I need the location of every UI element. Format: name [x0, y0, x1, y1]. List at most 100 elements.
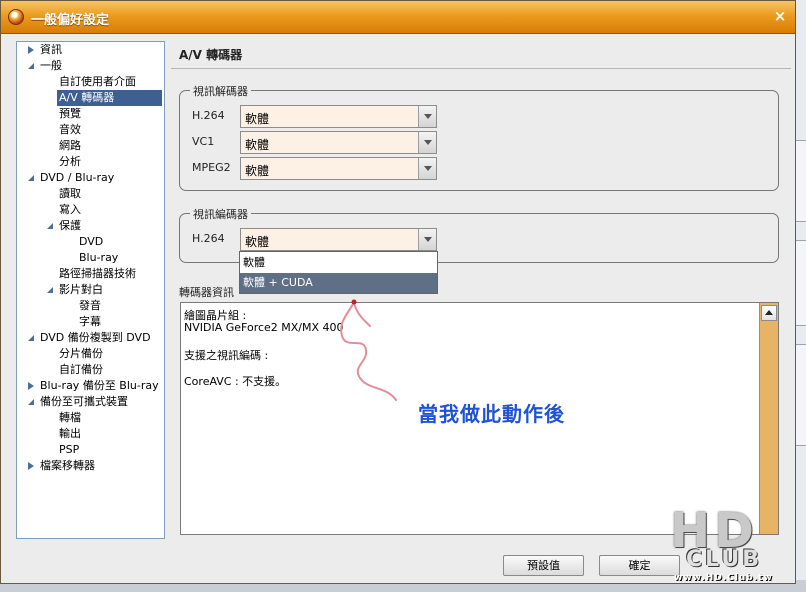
tree-item[interactable]: Blu-ray 備份至 Blu-ray [28, 378, 159, 394]
tree-expander-icon[interactable] [28, 175, 34, 181]
decoder-h264-label: H.264 [192, 109, 225, 122]
tree-item-label: 自訂備份 [59, 363, 103, 376]
close-button[interactable]: × [771, 8, 789, 26]
tree-expander-icon[interactable] [28, 46, 34, 54]
tree-item[interactable]: DVD [79, 234, 103, 250]
info-scrollbar[interactable] [759, 303, 778, 534]
tree-item-label: DVD / Blu-ray [40, 171, 115, 184]
tree-item-label: 轉檔 [59, 411, 81, 424]
tree-item-label: DVD [79, 235, 104, 248]
tree-item[interactable]: 網路 [59, 138, 81, 154]
dropdown-option[interactable]: 軟體 [240, 253, 437, 273]
tree-item-label: 一般 [40, 59, 62, 72]
tree-item-label: 預覽 [59, 107, 81, 120]
tree-item-label: 發音 [79, 299, 101, 312]
tree-item[interactable]: 資訊 [28, 42, 62, 58]
tree-expander-icon[interactable] [47, 287, 53, 293]
tree-item[interactable]: 字幕 [79, 314, 101, 330]
settings-tree: 資訊 一般 自訂使用者介面 A/V 轉碼器 預覽 音效 網路 分析 DVD / … [16, 41, 165, 539]
chevron-down-icon [424, 237, 432, 242]
select-value: 軟體 [245, 112, 270, 126]
tree-item[interactable]: PSP [59, 442, 79, 458]
tree-item[interactable]: 自訂備份 [59, 362, 103, 378]
info-line: 支援之視訊編碼 : [184, 349, 269, 362]
defaults-button[interactable]: 預設值 [503, 555, 584, 576]
encoder-h264-select[interactable]: 軟體 [240, 228, 437, 251]
chevron-down-icon [424, 140, 432, 145]
tree-item[interactable]: 備份至可攜式裝置 [28, 394, 128, 410]
info-line: NVIDIA GeForce2 MX/MX 400 [184, 321, 344, 334]
tree-item[interactable]: 預覽 [59, 106, 81, 122]
tree-item[interactable]: 路徑掃描器技術 [59, 266, 136, 282]
app-logo-icon [8, 9, 24, 25]
select-value: 軟體 [245, 235, 270, 249]
tree-item[interactable]: 分片備份 [59, 346, 103, 362]
tree-item-label: 輸出 [59, 427, 81, 440]
panel-divider [171, 68, 791, 69]
tree-item-label: 路徑掃描器技術 [59, 267, 136, 280]
tree-expander-icon[interactable] [28, 399, 34, 405]
select-value: 軟體 [245, 138, 270, 152]
tree-item[interactable]: 發音 [79, 298, 101, 314]
tree-item[interactable]: 分析 [59, 154, 81, 170]
preferences-dialog: 一般偏好設定 × 資訊 一般 自訂使用者介面 A/V 轉碼器 預覽 音效 網路 … [0, 0, 796, 584]
dropdown-button[interactable] [418, 106, 436, 127]
tree-expander-icon[interactable] [47, 223, 53, 229]
tree-expander-icon[interactable] [28, 382, 34, 390]
panel-title: A/V 轉碼器 [179, 48, 243, 62]
chevron-up-icon [765, 310, 773, 315]
tree-item-label: 保護 [59, 219, 81, 232]
dropdown-button[interactable] [418, 229, 436, 250]
tree-item[interactable]: DVD 備份複製到 DVD [28, 330, 151, 346]
tree-item[interactable]: 寫入 [59, 202, 81, 218]
tree-item[interactable]: DVD / Blu-ray [28, 170, 115, 186]
tree-item-label: Blu-ray 備份至 Blu-ray [40, 379, 159, 392]
tree-item-label: 影片對白 [59, 283, 103, 296]
tree-item-label: 自訂使用者介面 [59, 75, 136, 88]
tree-item-label: 檔案移轉器 [40, 459, 95, 472]
tree-expander-icon[interactable] [28, 462, 34, 470]
info-line: CoreAVC : 不支援。 [184, 375, 287, 388]
tree-item-selected[interactable]: A/V 轉碼器 [57, 90, 162, 106]
tree-item[interactable]: 一般 [28, 58, 62, 74]
site-watermark: HD CLUB www.HD.Club.tw [660, 503, 800, 585]
tree-expander-icon[interactable] [28, 335, 34, 341]
tree-item-label: 資訊 [40, 43, 62, 56]
video-encoder-legend: 視訊編碼器 [190, 206, 251, 222]
encoder-h264-label: H.264 [192, 232, 225, 245]
tree-item-label: DVD 備份複製到 DVD [40, 331, 151, 344]
tree-item[interactable]: 讀取 [59, 186, 81, 202]
dropdown-button[interactable] [418, 158, 436, 179]
tree-item[interactable]: 轉檔 [59, 410, 81, 426]
dropdown-button[interactable] [418, 132, 436, 153]
watermark-url: www.HD.Club.tw [674, 573, 773, 583]
tree-item-label: 讀取 [59, 187, 81, 200]
codec-info-label: 轉碼器資訊 [179, 286, 234, 299]
tree-item[interactable]: 音效 [59, 122, 81, 138]
tree-item-label: 音效 [59, 123, 81, 136]
scroll-up-button[interactable] [761, 305, 777, 321]
tree-expander-icon[interactable] [28, 63, 34, 69]
tree-item-label: 寫入 [59, 203, 81, 216]
title-bar[interactable]: 一般偏好設定 × [1, 1, 795, 34]
tree-item[interactable]: Blu-ray [79, 250, 118, 266]
watermark-club: CLUB [686, 547, 763, 572]
annotation-text: 當我做此動作後 [418, 402, 565, 426]
dropdown-option-highlighted[interactable]: 軟體 + CUDA [240, 273, 437, 293]
decoder-h264-select[interactable]: 軟體 [240, 105, 437, 128]
chevron-down-icon [424, 114, 432, 119]
tree-item[interactable]: 影片對白 [47, 282, 103, 298]
decoder-mpeg2-select[interactable]: 軟體 [240, 157, 437, 180]
tree-item[interactable]: 保護 [47, 218, 81, 234]
decoder-vc1-select[interactable]: 軟體 [240, 131, 437, 154]
encoder-dropdown-list: 軟體 軟體 + CUDA [239, 251, 438, 294]
tree-item-label: Blu-ray [79, 251, 119, 264]
video-decoder-legend: 視訊解碼器 [190, 83, 251, 99]
chevron-down-icon [424, 166, 432, 171]
tree-item[interactable]: 輸出 [59, 426, 81, 442]
tree-item[interactable]: 檔案移轉器 [28, 458, 95, 474]
tree-item-label: PSP [59, 443, 80, 456]
tree-item-label: 分片備份 [59, 347, 103, 360]
decoder-vc1-label: VC1 [192, 135, 215, 148]
tree-item[interactable]: 自訂使用者介面 [59, 74, 136, 90]
